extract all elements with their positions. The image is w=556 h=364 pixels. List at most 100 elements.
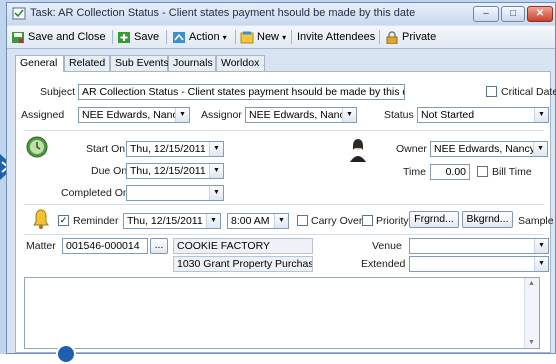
bill-time-label: Bill Time — [492, 166, 532, 178]
window-title: Task: AR Collection Status - Client stat… — [30, 7, 416, 19]
chevron-down-icon: ▼ — [209, 164, 223, 178]
time-label: Time — [403, 166, 426, 178]
private-label: Private — [402, 31, 437, 43]
tab-general[interactable]: General — [15, 55, 64, 72]
new-menu-button[interactable]: New ▾ — [240, 29, 286, 45]
toolbar-separator — [235, 30, 236, 44]
tab-journals[interactable]: Journals — [168, 55, 216, 71]
toolbar: Save and Close Save Action ▾ New ▾ Invit… — [7, 26, 555, 49]
background-color-button[interactable]: Bkgrnd... — [462, 211, 513, 228]
priority-checkbox[interactable] — [362, 215, 373, 226]
action-menu-button[interactable]: Action ▾ — [172, 29, 227, 45]
minimize-icon: – — [483, 8, 489, 19]
maximize-button[interactable]: □ — [501, 6, 525, 22]
start-on-date[interactable]: Thu, 12/15/2011 ▼ — [126, 141, 224, 157]
chevron-down-icon: ▼ — [534, 108, 548, 122]
tab-worldox[interactable]: Worldox — [216, 55, 265, 71]
save-and-close-button[interactable]: Save and Close — [11, 29, 106, 45]
close-button[interactable]: ✕ — [527, 6, 553, 22]
chevron-down-icon: ▼ — [209, 186, 223, 200]
due-on-date[interactable]: Thu, 12/15/2011 ▼ — [126, 163, 224, 179]
divider — [24, 130, 544, 131]
chevron-down-icon: ▾ — [222, 33, 227, 42]
invite-attendees-button[interactable]: Invite Attendees — [297, 29, 375, 45]
foreground-color-button[interactable]: Frgrnd... — [409, 211, 459, 228]
private-button[interactable]: Private — [385, 29, 436, 45]
save-icon — [118, 31, 130, 43]
task-icon — [12, 7, 26, 20]
sample-label: Sample — [518, 215, 554, 227]
toolbar-separator — [112, 30, 113, 44]
save-close-icon — [12, 31, 24, 44]
new-label: New — [257, 31, 280, 43]
reminder-checkbox[interactable]: ✓ — [58, 215, 69, 226]
general-panel: Subject AR Collection Status - Client st… — [15, 71, 556, 353]
reminder-date[interactable]: Thu, 12/15/2011 ▼ — [123, 213, 221, 229]
clock-icon — [26, 136, 48, 158]
task-window: Task: AR Collection Status - Client stat… — [6, 2, 556, 354]
assignor-label: Assignor — [201, 109, 242, 121]
tab-sub-events[interactable]: Sub Events — [110, 55, 169, 71]
notes-scrollbar[interactable]: ▲ ▼ — [524, 278, 539, 348]
owner-value: NEE Edwards, Nancy — [434, 143, 535, 155]
chevron-down-icon: ▼ — [175, 108, 189, 122]
chevron-down-icon: ▼ — [534, 257, 548, 271]
venue-label: Venue — [372, 240, 402, 252]
toolbar-separator — [291, 30, 292, 44]
reminder-time-value: 8:00 AM — [231, 215, 270, 227]
new-icon — [240, 31, 254, 44]
carry-over-checkbox[interactable] — [297, 215, 308, 226]
completed-on-date[interactable]: ▼ — [126, 185, 224, 201]
assigned-label: Assigned — [21, 109, 65, 121]
time-input[interactable]: 0.00 — [430, 164, 470, 180]
chevron-down-icon: ▼ — [342, 108, 356, 122]
status-dropdown[interactable]: Not Started ▼ — [417, 107, 549, 123]
save-button[interactable]: Save — [117, 29, 159, 45]
start-on-label: Start On — [86, 143, 126, 155]
subject-label: Subject — [40, 86, 76, 98]
chevron-down-icon: ▾ — [282, 33, 287, 42]
extended-label: Extended — [361, 258, 406, 270]
subject-input[interactable]: AR Collection Status - Client states pay… — [78, 84, 405, 100]
title-bar[interactable]: Task: AR Collection Status - Client stat… — [7, 3, 555, 25]
toolbar-separator — [379, 30, 380, 44]
tab-related[interactable]: Related — [64, 55, 110, 71]
carry-over-label: Carry Over — [311, 215, 363, 227]
reminder-time[interactable]: 8:00 AM ▼ — [227, 213, 289, 229]
assigned-dropdown[interactable]: NEE Edwards, Nanc ▼ — [78, 107, 190, 123]
matter-description-field: 1030 Grant Property Purchase — [173, 256, 313, 272]
due-on-label: Due On — [91, 165, 128, 177]
person-icon — [350, 139, 366, 162]
notes-textarea[interactable]: ▲ ▼ — [24, 277, 540, 349]
priority-label: Priority — [376, 215, 409, 227]
divider — [24, 234, 544, 235]
completed-on-label: Completed On — [61, 187, 129, 199]
start-on-value: Thu, 12/15/2011 — [130, 143, 206, 155]
bill-time-checkbox[interactable] — [477, 166, 488, 177]
scroll-up-icon[interactable]: ▲ — [528, 280, 535, 287]
invite-attendees-label: Invite Attendees — [297, 31, 376, 43]
matter-input[interactable]: 001546-000014 — [62, 238, 148, 254]
close-icon: ✕ — [535, 8, 545, 19]
owner-label: Owner — [396, 143, 427, 155]
assignor-dropdown[interactable]: NEE Edwards, Nanc ▼ — [245, 107, 357, 123]
due-on-value: Thu, 12/15/2011 — [130, 165, 206, 177]
reminder-label: Reminder — [73, 215, 119, 227]
status-value: Not Started — [421, 109, 475, 121]
venue-dropdown[interactable]: ▼ — [409, 238, 549, 254]
minimize-button[interactable]: – — [473, 6, 499, 22]
critical-date-checkbox[interactable] — [486, 86, 497, 97]
matter-client-field: COOKIE FACTORY — [173, 238, 313, 254]
chevron-down-icon: ▼ — [206, 214, 220, 228]
callout-marker-icon — [56, 344, 76, 364]
matter-browse-button[interactable]: ... — [150, 238, 168, 254]
owner-dropdown[interactable]: NEE Edwards, Nancy ▼ — [430, 141, 548, 157]
action-label: Action — [189, 31, 220, 43]
scroll-down-icon[interactable]: ▼ — [528, 339, 535, 346]
chevron-down-icon: ▼ — [534, 239, 548, 253]
extended-dropdown[interactable]: ▼ — [409, 256, 549, 272]
assigned-value: NEE Edwards, Nanc — [82, 109, 178, 121]
toolbar-separator — [166, 30, 167, 44]
assignor-value: NEE Edwards, Nanc — [249, 109, 345, 121]
chevron-down-icon: ▼ — [274, 214, 288, 228]
